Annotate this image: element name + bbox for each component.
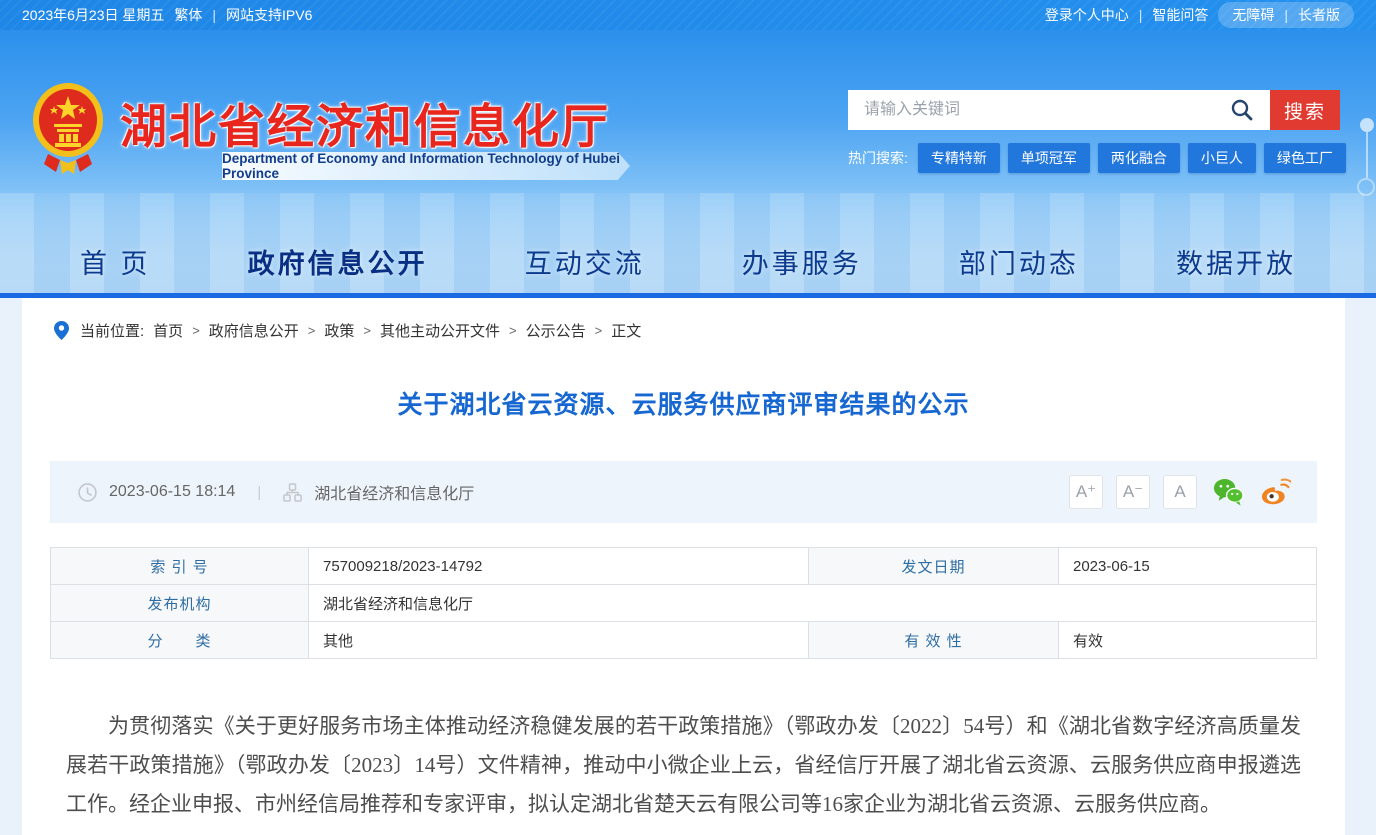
accessibility-link[interactable]: 无障碍 [1232, 5, 1274, 25]
nav-item-services[interactable]: 办事服务 [742, 242, 862, 281]
issue-date-label: 发文日期 [809, 548, 1059, 585]
accessibility-pill: 无障碍 | 长者版 [1218, 2, 1354, 28]
hot-search-item-0[interactable]: 专精特新 [918, 143, 1000, 173]
site-title[interactable]: 湖北省经济和信息化厅 [120, 88, 610, 157]
weibo-share-icon[interactable] [1260, 477, 1291, 507]
font-smaller-button[interactable]: A⁻ [1116, 475, 1150, 509]
source-org-icon [283, 483, 302, 502]
top-utility-bar: 2023年6月23日 星期五 繁体 | 网站支持IPV6 登录个人中心 | 智能… [0, 0, 1376, 30]
smart-qa-link[interactable]: 智能问答 [1152, 5, 1208, 25]
nav-item-home[interactable]: 首 页 [80, 242, 151, 281]
breadcrumb-policy[interactable]: 政策 [324, 320, 354, 341]
search-icon[interactable] [1230, 98, 1254, 122]
index-number-value: 757009218/2023-14792 [309, 548, 809, 585]
table-row: 发布机构 湖北省经济和信息化厅 [51, 585, 1317, 622]
main-navigation: 首 页 政府信息公开 互动交流 办事服务 部门动态 数据开放 [0, 242, 1376, 281]
decorative-nodes [1352, 118, 1376, 238]
publisher-value: 湖北省经济和信息化厅 [309, 585, 1317, 622]
divider: | [1284, 7, 1288, 23]
validity-value: 有效 [1059, 622, 1317, 659]
breadcrumb-separator: > [363, 323, 371, 338]
publish-source: 湖北省经济和信息化厅 [314, 480, 474, 504]
breadcrumb: 当前位置: 首页 > 政府信息公开 > 政策 > 其他主动公开文件 > 公示公告… [40, 298, 1327, 341]
validity-label: 有 效 性 [809, 622, 1059, 659]
breadcrumb-separator: > [308, 323, 316, 338]
table-row: 索 引 号 757009218/2023-14792 发文日期 2023-06-… [51, 548, 1317, 585]
elder-version-link[interactable]: 长者版 [1298, 5, 1340, 25]
breadcrumb-separator: > [192, 323, 200, 338]
article-body-paragraph: 为贯彻落实《关于更好服务市场主体推动经济稳健发展的若干政策措施》（鄂政办发〔20… [66, 707, 1301, 824]
topbar-left: 2023年6月23日 星期五 繁体 | 网站支持IPV6 [22, 5, 312, 25]
search-input[interactable] [848, 90, 1270, 130]
breadcrumb-separator: > [509, 323, 517, 338]
category-label: 分 类 [51, 622, 309, 659]
hot-search-item-1[interactable]: 单项冠军 [1008, 143, 1090, 173]
document-info-table: 索 引 号 757009218/2023-14792 发文日期 2023-06-… [50, 547, 1317, 659]
nav-item-open-data[interactable]: 数据开放 [1176, 242, 1296, 281]
category-value: 其他 [309, 622, 809, 659]
nav-item-interaction[interactable]: 互动交流 [525, 242, 645, 281]
font-larger-button[interactable]: A⁺ [1069, 475, 1103, 509]
clock-icon [78, 483, 97, 502]
breadcrumb-announcements[interactable]: 公示公告 [526, 320, 586, 341]
nav-item-gov-info[interactable]: 政府信息公开 [248, 242, 428, 281]
traditional-chinese-link[interactable]: 繁体 [174, 5, 202, 25]
nav-item-department-news[interactable]: 部门动态 [959, 242, 1079, 281]
article-meta-bar: 2023-06-15 18:14 | 湖北省经济和信息化厅 A⁺ A⁻ A [50, 461, 1317, 523]
current-date: 2023年6月23日 星期五 [22, 5, 164, 25]
font-reset-button[interactable]: A [1163, 475, 1197, 509]
hot-search-item-3[interactable]: 小巨人 [1188, 143, 1256, 173]
breadcrumb-label: 当前位置: [80, 320, 144, 341]
hot-search-label: 热门搜索: [848, 148, 908, 168]
site-logo[interactable] [30, 80, 106, 176]
index-number-label: 索 引 号 [51, 548, 309, 585]
divider: | [257, 484, 261, 501]
national-emblem-icon [30, 80, 106, 176]
topbar-right: 登录个人中心 | 智能问答 无障碍 | 长者版 [1045, 2, 1354, 28]
publisher-label: 发布机构 [51, 585, 309, 622]
divider: | [212, 7, 216, 23]
article-meta-left: 2023-06-15 18:14 | 湖北省经济和信息化厅 [78, 480, 474, 504]
table-row: 分 类 其他 有 效 性 有效 [51, 622, 1317, 659]
breadcrumb-other-docs[interactable]: 其他主动公开文件 [380, 320, 500, 341]
site-subtitle-en: Department of Economy and Information Te… [222, 152, 630, 180]
login-personal-center-link[interactable]: 登录个人中心 [1045, 5, 1129, 25]
search-button[interactable]: 搜索 [1270, 90, 1340, 130]
article-title: 关于湖北省云资源、云服务供应商评审结果的公示 [40, 385, 1327, 421]
search-area: 搜索 热门搜索: 专精特新 单项冠军 两化融合 小巨人 绿色工厂 [848, 90, 1340, 173]
hot-search-row: 热门搜索: 专精特新 单项冠军 两化融合 小巨人 绿色工厂 [848, 143, 1340, 173]
location-pin-icon [54, 321, 69, 340]
article-meta-right: A⁺ A⁻ A [1069, 475, 1291, 509]
hot-search-item-2[interactable]: 两化融合 [1098, 143, 1180, 173]
publish-datetime: 2023-06-15 18:14 [109, 483, 235, 501]
wechat-share-icon[interactable] [1213, 477, 1244, 507]
site-header: 湖北省经济和信息化厅 Department of Economy and Inf… [0, 30, 1376, 293]
breadcrumb-current: 正文 [611, 320, 641, 341]
divider: | [1139, 7, 1143, 23]
breadcrumb-separator: > [595, 323, 603, 338]
breadcrumb-home[interactable]: 首页 [153, 320, 183, 341]
ipv6-support-link[interactable]: 网站支持IPV6 [226, 5, 312, 25]
content-wrapper: 当前位置: 首页 > 政府信息公开 > 政策 > 其他主动公开文件 > 公示公告… [22, 298, 1345, 835]
issue-date-value: 2023-06-15 [1059, 548, 1317, 585]
hot-search-item-4[interactable]: 绿色工厂 [1264, 143, 1346, 173]
breadcrumb-gov-info[interactable]: 政府信息公开 [209, 320, 299, 341]
